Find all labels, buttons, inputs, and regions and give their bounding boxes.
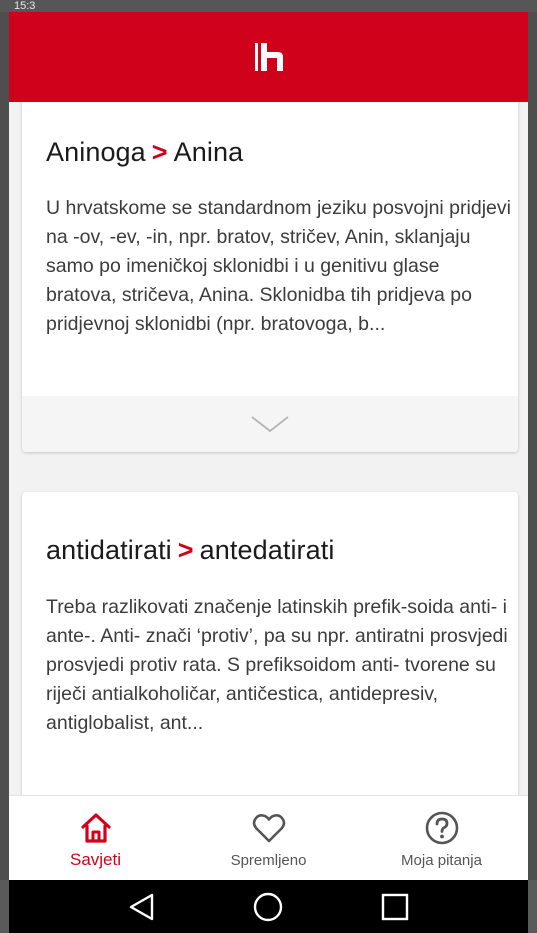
nav-item-moja-pitanja[interactable]: Moja pitanja [355, 796, 528, 880]
home-icon [80, 813, 111, 843]
question-icon [425, 811, 458, 845]
chevron-down-icon [251, 416, 289, 433]
advice-list: Aninoga > Anina U hrvatskome se standardno… [9, 102, 528, 795]
advice-card[interactable]: Aninoga > Anina U hrvatskome se standardno… [22, 102, 518, 452]
system-navigation-bar [9, 880, 528, 933]
status-bar: 15:3 [0, 0, 537, 12]
advice-card[interactable]: antidatirati > antedatirati Treba razlikov… [22, 492, 518, 795]
nav-label: Moja pitanja [401, 852, 482, 869]
heart-icon [252, 814, 285, 843]
title-correct: Anina [173, 137, 244, 167]
bottom-navigation: Savjeti Spremljeno Moja pitanja [9, 795, 528, 880]
recents-icon[interactable] [378, 890, 412, 924]
nav-label: Spremljeno [230, 852, 307, 869]
home-circle-icon[interactable] [251, 890, 285, 924]
nav-item-spremljeno[interactable]: Spremljeno [182, 796, 355, 880]
frame-left [0, 12, 9, 880]
card-excerpt: U hrvatskome se standardnom jeziku posvo… [46, 197, 511, 335]
arrow-icon: > [151, 137, 168, 167]
app-bar [9, 12, 528, 102]
title-incorrect: antidatirati [46, 535, 172, 565]
status-time: 15:3 [14, 0, 36, 12]
back-icon[interactable] [125, 890, 159, 924]
expand-button[interactable] [22, 396, 518, 452]
card-excerpt: Treba razlikovati značenje latinskih pre… [46, 596, 508, 734]
h-logo-icon[interactable] [254, 42, 284, 72]
nav-label: Savjeti [69, 850, 122, 869]
frame-right [528, 12, 537, 880]
app-window: Aninoga > Anina U hrvatskome se standardno… [9, 12, 528, 880]
card-title: Aninoga > Anina [46, 137, 243, 168]
arrow-icon: > [177, 535, 194, 565]
card-title: antidatirati > antedatirati [46, 535, 334, 566]
title-incorrect: Aninoga [46, 137, 146, 167]
title-correct: antedatirati [199, 535, 335, 565]
nav-item-savjeti[interactable]: Savjeti [9, 796, 182, 880]
